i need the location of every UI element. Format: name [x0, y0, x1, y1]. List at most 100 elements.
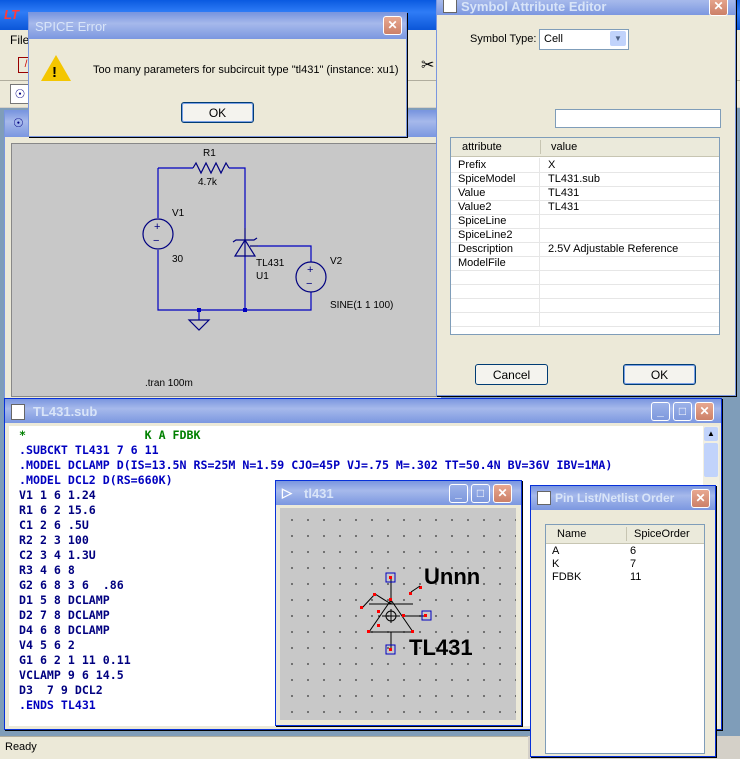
pinlist-header: Name SpiceOrder [546, 525, 704, 544]
maximize-button[interactable]: □ [673, 402, 692, 421]
maximize-button[interactable]: □ [471, 484, 490, 503]
col-name-header[interactable]: Name [557, 528, 586, 540]
pin-order: 6 [630, 545, 637, 557]
attr-value: TL431 [548, 187, 580, 199]
and-gate-icon: ▷ [282, 485, 292, 500]
attr-value: X [548, 159, 556, 171]
col-attribute-header[interactable]: attribute [462, 141, 502, 153]
symbol-titlebar[interactable]: ▷ tl431 _ □ ✕ [276, 481, 521, 505]
v1-name-label: V1 [172, 208, 185, 219]
symbol-title: tl431 [304, 486, 334, 501]
symbol-type-value: Cell [544, 33, 563, 45]
pin-name: A [552, 545, 560, 557]
attr-name [451, 298, 540, 312]
document-icon [11, 404, 25, 420]
v1-value-label: 30 [172, 254, 184, 265]
attr-name: Prefix [451, 158, 540, 172]
attr-row[interactable] [451, 312, 719, 327]
transistor-tool-icon[interactable]: ☉ [10, 84, 30, 104]
attr-row[interactable] [451, 284, 719, 299]
schematic-canvas[interactable]: + − + − R1 4.7k V1 30 TL431 U1 V2 SINE(1… [11, 143, 439, 397]
svg-text:−: − [153, 235, 159, 247]
col-value-header[interactable]: value [551, 141, 577, 153]
pinlist-titlebar[interactable]: Pin List/Netlist Order ✕ [531, 486, 715, 510]
attr-value [541, 298, 719, 312]
close-button[interactable]: ✕ [493, 484, 512, 503]
window-icon [537, 491, 551, 505]
attr-row[interactable]: SpiceLine [451, 214, 719, 229]
pinlist-row[interactable]: A 6 [546, 545, 704, 557]
tran-directive[interactable]: .tran 100m [145, 378, 193, 389]
attr-row[interactable]: Description 2.5V Adjustable Reference [451, 242, 719, 257]
v2-value-label: SINE(1 1 100) [330, 300, 394, 311]
attr-name: Value2 [451, 200, 540, 214]
attr-row[interactable] [451, 270, 719, 285]
pinlist-table[interactable]: Name SpiceOrder A 6 K 7 FDBK 11 [545, 524, 705, 754]
symbol-type-select[interactable]: Cell ▼ [539, 29, 629, 50]
pinlist-window: Pin List/Netlist Order ✕ Name SpiceOrder… [530, 485, 716, 757]
netlist-title: TL431.sub [33, 404, 98, 419]
symbol-window: ▷ tl431 _ □ ✕ Unnn TL431 [275, 480, 522, 726]
attr-value-input[interactable] [555, 109, 721, 128]
attr-value [541, 228, 719, 242]
scroll-thumb[interactable] [704, 443, 718, 477]
schematic-drawing: + − + − [142, 161, 327, 331]
status-text: Ready [5, 741, 37, 753]
attr-name: SpiceModel [451, 172, 540, 186]
scroll-up-button[interactable]: ▲ [704, 427, 718, 441]
r1-name-label: R1 [203, 148, 216, 159]
u1-name-label: U1 [256, 271, 269, 282]
minimize-button[interactable]: _ [449, 484, 468, 503]
symbol-type-label: Symbol Type: [470, 33, 537, 45]
minimize-button[interactable]: _ [651, 402, 670, 421]
status-bar: Ready [0, 736, 528, 759]
symbol-value-label[interactable]: TL431 [409, 635, 473, 661]
attr-value [541, 256, 719, 270]
pinlist-row[interactable]: FDBK 11 [546, 571, 704, 583]
close-button[interactable]: ✕ [709, 0, 728, 16]
spice-error-titlebar[interactable]: SPICE Error ✕ [29, 13, 406, 39]
attr-name: ModelFile [451, 256, 540, 270]
netlist-titlebar[interactable]: TL431.sub _ □ ✕ [5, 399, 721, 423]
col-order-header[interactable]: SpiceOrder [634, 528, 690, 540]
warning-icon-mark: ! [52, 64, 57, 81]
attr-row[interactable]: SpiceModel TL431.sub [451, 172, 719, 187]
close-button[interactable]: ✕ [695, 402, 714, 421]
header-divider [626, 527, 627, 541]
attribute-table[interactable]: attribute value Prefix X SpiceModel TL431.s… [450, 137, 720, 335]
attr-row[interactable]: Prefix X [451, 158, 719, 173]
attr-row[interactable]: SpiceLine2 [451, 228, 719, 243]
close-button[interactable]: ✕ [691, 489, 710, 508]
spice-error-dialog: SPICE Error ✕ ! Too many parameters for … [28, 12, 407, 137]
schematic-window: ☉ + − + − R1 4.7k V1 30 TL431 U1 V2 SINE… [4, 110, 442, 400]
attr-name: Value [451, 186, 540, 200]
chevron-down-icon[interactable]: ▼ [610, 31, 626, 46]
ok-button[interactable]: OK [623, 364, 696, 385]
svg-text:−: − [306, 278, 312, 290]
close-button[interactable]: ✕ [383, 16, 402, 35]
pinlist-row[interactable]: K 7 [546, 558, 704, 570]
netlist-line: .SUBCKT TL431 7 6 11 [19, 443, 159, 457]
attr-row[interactable] [451, 298, 719, 313]
attr-value [541, 214, 719, 228]
attr-editor-titlebar[interactable]: Symbol Attribute Editor ✕ [437, 0, 735, 16]
scissors-icon[interactable]: ✂ [421, 55, 434, 75]
tl431-symbol-drawing [360, 572, 432, 655]
attr-row[interactable]: ModelFile [451, 256, 719, 271]
symbol-canvas[interactable]: Unnn TL431 [280, 508, 516, 720]
svg-text:+: + [154, 221, 160, 233]
attr-row[interactable]: Value TL431 [451, 186, 719, 201]
attr-value: TL431.sub [548, 173, 600, 185]
cancel-button[interactable]: Cancel [475, 364, 548, 385]
spice-error-ok-button[interactable]: OK [181, 102, 254, 123]
pin-order: 7 [630, 558, 637, 570]
app-logo-icon: LT [4, 7, 19, 22]
attr-value [541, 270, 719, 284]
resistor-r1-symbol [192, 161, 230, 175]
schematic-icon: ☉ [13, 116, 24, 130]
attr-row[interactable]: Value2 TL431 [451, 200, 719, 215]
symbol-instname-label[interactable]: Unnn [424, 564, 480, 590]
attr-name [451, 312, 540, 326]
pin-name: FDBK [552, 571, 582, 583]
menu-file[interactable]: File [10, 33, 29, 47]
